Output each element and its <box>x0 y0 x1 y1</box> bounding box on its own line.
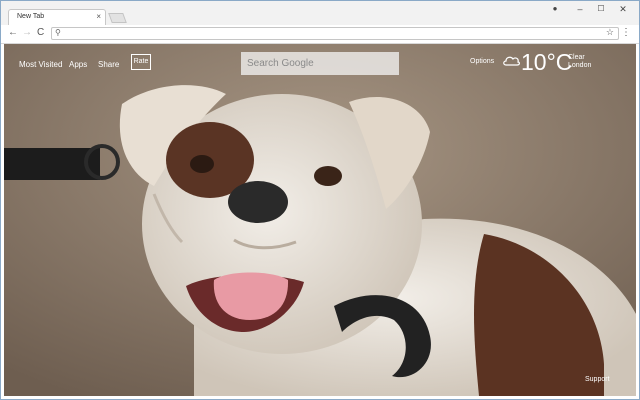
minimize-button[interactable]: – <box>570 4 590 14</box>
new-tab-button[interactable] <box>108 13 127 23</box>
weather-details: Clear London <box>568 54 591 70</box>
new-tab-page: Most Visited Apps Share Rate Options 10°… <box>4 44 636 396</box>
browser-menu-icon[interactable]: ⋮ <box>621 27 631 38</box>
tab-new-tab[interactable]: New Tab × <box>8 9 106 25</box>
address-bar[interactable]: ⚲ ☆ <box>51 27 619 40</box>
maximize-button[interactable]: ☐ <box>591 4 611 13</box>
browser-toolbar: ← → C ⚲ ☆ ⋮ <box>1 25 639 44</box>
tab-strip: New Tab × ● – ☐ ✕ <box>1 1 639 26</box>
profile-icon[interactable]: ● <box>545 4 565 13</box>
bookmark-star-icon[interactable]: ☆ <box>606 27 614 38</box>
tab-title: New Tab <box>17 13 45 20</box>
options-link[interactable]: Options <box>470 58 494 65</box>
search-icon: ⚲ <box>55 28 61 37</box>
weather-condition: Clear <box>568 54 585 61</box>
nav-most-visited[interactable]: Most Visited <box>19 60 62 69</box>
rate-button[interactable]: Rate <box>131 54 151 70</box>
cloud-icon <box>503 56 520 66</box>
back-button[interactable]: ← <box>8 27 18 38</box>
support-link[interactable]: Support <box>585 376 610 383</box>
bulldog-background-image <box>4 44 636 396</box>
address-input[interactable] <box>66 28 596 39</box>
nav-share[interactable]: Share <box>98 60 119 69</box>
reload-button[interactable]: C <box>37 27 44 38</box>
forward-button[interactable]: → <box>22 27 32 38</box>
tab-close-icon[interactable]: × <box>96 12 101 21</box>
close-window-button[interactable]: ✕ <box>613 4 633 15</box>
search-google-input[interactable] <box>241 52 399 75</box>
weather-location: London <box>568 62 592 69</box>
nav-apps[interactable]: Apps <box>69 60 87 69</box>
temperature-readout: 10°C <box>521 49 573 75</box>
